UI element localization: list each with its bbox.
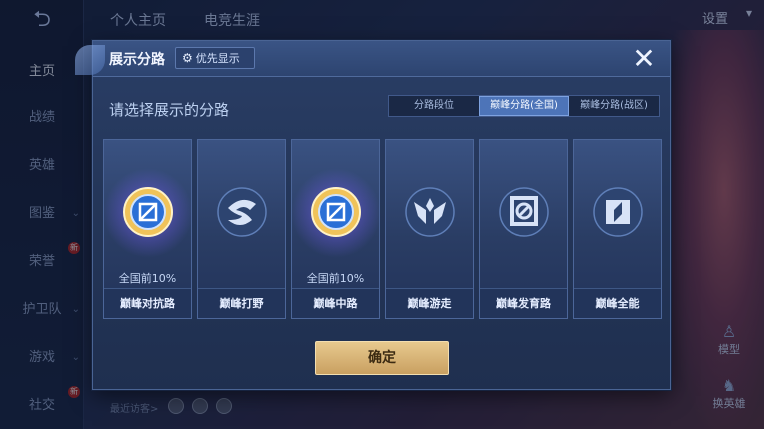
confirm-button[interactable]: 确定 — [315, 341, 449, 375]
select-prompt: 请选择展示的分路 — [109, 101, 230, 119]
farm-lane-icon — [498, 187, 549, 237]
lane-card-top[interactable]: 全国前10% 巅峰对抗路 — [102, 139, 193, 319]
gear-icon: ⚙ — [182, 51, 193, 65]
tab-lane-rank[interactable]: 分路段位 — [389, 96, 479, 116]
priority-display-button[interactable]: ⚙ 优先显示 — [175, 47, 255, 69]
dialog-header: 展示分路 ⚙ 优先显示 ✕ — [75, 41, 670, 77]
top-lane-emblem-icon — [122, 187, 173, 237]
close-icon[interactable]: ✕ — [628, 43, 660, 75]
lane-name: 巅峰打野 — [198, 288, 285, 318]
tab-peak-lane-national[interactable]: 巅峰分路(全国) — [479, 96, 569, 116]
lane-name: 巅峰发育路 — [480, 288, 567, 318]
lane-name: 巅峰对抗路 — [104, 288, 191, 318]
all-round-icon — [592, 187, 643, 237]
rank-text: 全国前10% — [118, 272, 177, 285]
lane-card-roam[interactable]: 巅峰游走 — [385, 139, 474, 319]
lane-card-mid[interactable]: 全国前10% 巅峰中路 — [290, 139, 381, 319]
tab-peak-lane-region[interactable]: 巅峰分路(战区) — [569, 96, 659, 116]
lane-scope-tabs: 分路段位 巅峰分路(全国) 巅峰分路(战区) — [388, 95, 660, 117]
lane-name: 巅峰游走 — [386, 288, 473, 318]
mid-lane-emblem-icon — [310, 187, 361, 237]
lane-name: 巅峰全能 — [574, 288, 661, 318]
lane-name: 巅峰中路 — [292, 288, 379, 318]
lane-card-list: 全国前10% 巅峰对抗路 巅峰打野 全国前10% 巅峰中路 巅峰游走 巅峰发育路… — [102, 139, 662, 319]
lane-display-dialog: 展示分路 ⚙ 优先显示 ✕ 请选择展示的分路 分路段位 巅峰分路(全国) 巅峰分路… — [75, 40, 671, 390]
rank-text: 全国前10% — [306, 272, 365, 285]
priority-label: 优先显示 — [195, 52, 240, 65]
jungle-dragon-icon — [216, 187, 267, 237]
lane-card-jungle[interactable]: 巅峰打野 — [197, 139, 286, 319]
lane-card-allround[interactable]: 巅峰全能 — [573, 139, 662, 319]
roam-wings-icon — [404, 187, 455, 237]
wing-ornament-icon — [75, 45, 105, 75]
dialog-title: 展示分路 — [109, 52, 165, 68]
lane-card-farm[interactable]: 巅峰发育路 — [479, 139, 568, 319]
